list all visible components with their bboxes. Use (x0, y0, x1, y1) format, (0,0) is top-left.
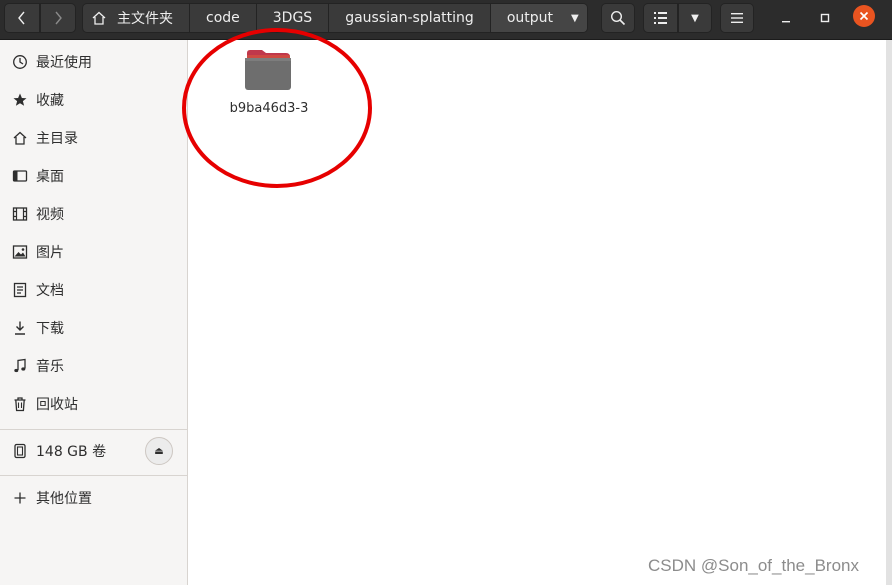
search-icon (610, 10, 626, 26)
sidebar-item-label: 收藏 (36, 93, 64, 109)
drive-icon (11, 442, 29, 460)
sidebar-item-label: 下载 (36, 321, 64, 337)
sidebar-item-recent[interactable]: 最近使用 (0, 44, 187, 80)
breadcrumb-home-label: 主文件夹 (117, 11, 173, 27)
desktop-icon (11, 167, 29, 185)
clock-icon (11, 53, 29, 71)
sidebar-item-label: 文档 (36, 283, 64, 299)
breadcrumb-output[interactable]: output ▼ (490, 4, 587, 32)
maximize-button[interactable] (813, 6, 837, 30)
hamburger-icon (731, 13, 743, 23)
minimize-icon (782, 21, 790, 23)
sidebar-item-label: 音乐 (36, 359, 64, 375)
view-list-button[interactable] (643, 3, 678, 33)
window-edge (886, 40, 892, 585)
watermark: CSDN @Son_of_the_Bronx (648, 556, 859, 575)
search-button[interactable] (601, 3, 635, 33)
film-icon (11, 205, 29, 223)
breadcrumb-home[interactable]: 主文件夹 (83, 4, 190, 32)
document-icon (11, 281, 29, 299)
file-view: b9ba46d3-3 (182, 28, 886, 585)
sidebar-item-documents[interactable]: 文档 (0, 272, 187, 308)
sidebar: 最近使用 收藏 主目录 桌面 视频 图片 文档 下载 音乐 回收站 148 GB… (0, 40, 188, 585)
sidebar-item-other-locations[interactable]: 其他位置 (0, 480, 187, 516)
sidebar-item-desktop[interactable]: 桌面 (0, 158, 187, 194)
sidebar-item-label: 桌面 (36, 169, 64, 185)
eject-button[interactable]: ⏏ (145, 437, 173, 465)
sidebar-item-pictures[interactable]: 图片 (0, 234, 187, 270)
star-icon (11, 91, 29, 109)
list-view-icon (653, 12, 667, 24)
header-bar: 主文件夹 code 3DGS gaussian-splatting output… (0, 0, 892, 40)
plus-icon (11, 489, 29, 507)
sidebar-item-starred[interactable]: 收藏 (0, 82, 187, 118)
view-options-button[interactable]: ▼ (678, 3, 712, 33)
minimize-button[interactable] (774, 6, 798, 30)
sidebar-item-label: 图片 (36, 245, 64, 261)
close-button[interactable] (853, 5, 875, 27)
maximize-icon (820, 13, 830, 23)
sidebar-item-videos[interactable]: 视频 (0, 196, 187, 232)
breadcrumb-label: gaussian-splatting (345, 10, 474, 26)
sidebar-item-label: 其他位置 (36, 491, 92, 507)
sidebar-item-music[interactable]: 音乐 (0, 348, 187, 384)
chevron-left-icon (18, 11, 25, 25)
sidebar-item-label: 主目录 (36, 131, 78, 147)
forward-button[interactable] (40, 3, 76, 33)
main-menu-button[interactable] (720, 3, 754, 33)
download-icon (11, 319, 29, 337)
image-icon (11, 243, 29, 261)
sidebar-separator (0, 429, 187, 430)
breadcrumb-label: code (206, 10, 240, 26)
music-icon (11, 357, 29, 375)
sidebar-item-label: 回收站 (36, 397, 78, 413)
back-button[interactable] (4, 3, 40, 33)
trash-icon (11, 395, 29, 413)
sidebar-item-home[interactable]: 主目录 (0, 120, 187, 156)
chevron-right-icon (55, 11, 62, 25)
sidebar-item-label: 最近使用 (36, 55, 92, 71)
sidebar-item-label: 视频 (36, 207, 64, 223)
sidebar-separator (0, 475, 187, 476)
breadcrumb-label: output (506, 10, 553, 26)
caret-down-icon: ▼ (691, 12, 699, 24)
home-icon (11, 129, 29, 147)
home-icon (92, 11, 106, 25)
sidebar-item-downloads[interactable]: 下载 (0, 310, 187, 346)
sidebar-item-label: 148 GB 卷 (36, 444, 107, 460)
red-circle-annotation (182, 28, 372, 188)
sidebar-item-trash[interactable]: 回收站 (0, 386, 187, 422)
breadcrumb-label: 3DGS (272, 10, 313, 26)
caret-down-icon: ▼ (571, 12, 579, 24)
close-icon (859, 11, 869, 21)
eject-icon: ⏏ (154, 445, 164, 457)
